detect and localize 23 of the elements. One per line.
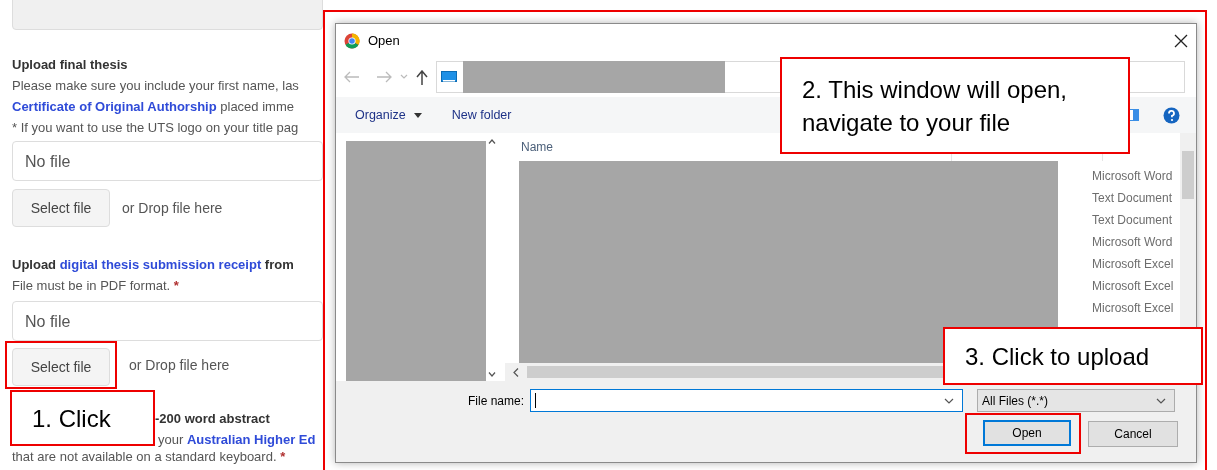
file-type-cell-text: Microsoft Excel [1092, 256, 1175, 273]
file-type-cell-text: Microsoft Excel [1092, 278, 1175, 295]
section-heading: Upload final thesis [12, 56, 129, 74]
file-type-cell-text: Text Document [1092, 190, 1174, 207]
file-type-cell-text: Microsoft Excel [1092, 300, 1175, 317]
callout-tooltip: 2. This window will open, navigate to your file [780, 57, 1130, 154]
instruction-text: * If you want to use the UTS logo on your title pag [12, 119, 300, 137]
drop-hint: or Drop file here [129, 355, 230, 375]
section-heading: Upload digital thesis submission receipt from [12, 256, 295, 274]
window-title: Open [368, 31, 400, 50]
instruction-text: File must be in PDF format. * [12, 277, 180, 295]
callout-tooltip: 3. Click to upload [943, 327, 1203, 385]
section-heading: -200 word abstract [155, 410, 271, 428]
instruction-text: Please make sure you include your first name, las [12, 77, 300, 95]
instruction-text: Certificate of Original Authorship placed imme [12, 98, 295, 116]
file-type-cell-text: Microsoft Word [1092, 168, 1174, 185]
instruction-text: your Australian Higher Ed [158, 431, 317, 449]
drop-hint: or Drop file here [122, 198, 223, 218]
file-type-cell-text: Microsoft Word [1092, 234, 1174, 251]
instruction-text: that are not available on a standard keyboard. * [12, 450, 287, 464]
field-label: File name: [466, 392, 525, 410]
callout-tooltip: 1. Click [10, 390, 155, 446]
file-type-cell-text: Text Document [1092, 212, 1174, 229]
